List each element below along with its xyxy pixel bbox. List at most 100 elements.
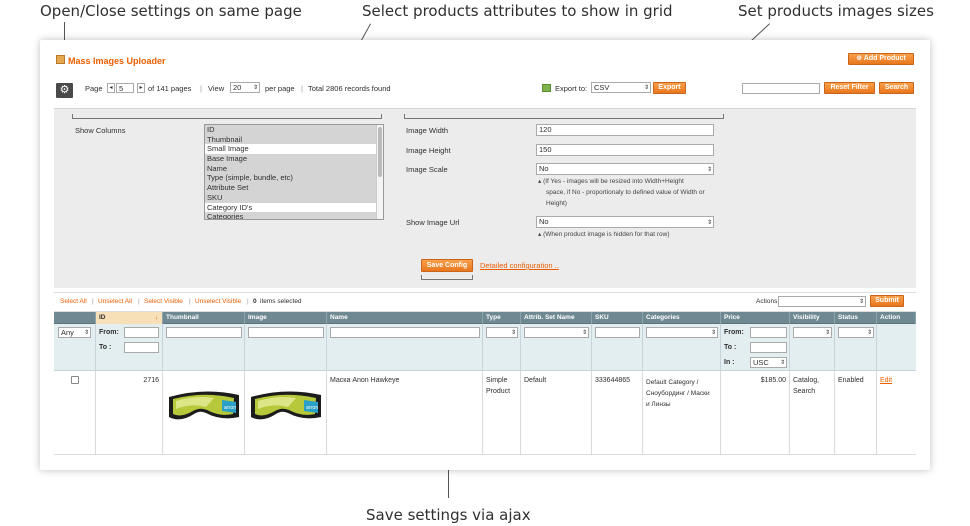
column-option[interactable]: Attribute Set bbox=[205, 183, 383, 193]
show-columns-listbox[interactable]: ID Thumbnail Small Image Base Image Name Type… bbox=[204, 124, 384, 220]
image-scale-note-line-1: (If Yes - images will be resized into Wi… bbox=[543, 178, 684, 185]
unselect-all-link[interactable]: Unselect All bbox=[98, 298, 132, 305]
grid-filters: Any ⇕ From: To : ⇕ ⇕ ⇕ From: To: In: U… bbox=[54, 324, 916, 371]
page-title: Mass Images Uploader bbox=[68, 56, 166, 66]
row-visibility-line-2: Search bbox=[793, 388, 816, 395]
ski-goggles-image: anon bbox=[169, 391, 239, 420]
row-attrib-set: Default bbox=[521, 371, 592, 455]
column-header-status[interactable]: Status bbox=[835, 312, 877, 324]
unselect-visible-link[interactable]: Unselect Visible bbox=[195, 298, 241, 305]
column-header-name[interactable]: Name bbox=[327, 312, 483, 324]
column-option[interactable]: Categories bbox=[205, 212, 383, 219]
ski-goggles-image: anon bbox=[251, 391, 321, 420]
add-product-button[interactable]: ⊕ Add Product bbox=[848, 53, 914, 65]
filter-name-input[interactable] bbox=[330, 327, 480, 338]
filter-currency-select[interactable]: USC ⇕ bbox=[750, 357, 787, 368]
column-header-type[interactable]: Type bbox=[483, 312, 521, 324]
image-height-input[interactable]: 150 bbox=[536, 144, 714, 156]
gear-icon[interactable]: ⚙ bbox=[56, 83, 73, 98]
svg-text:anon: anon bbox=[224, 405, 236, 411]
row-select-cell bbox=[54, 371, 96, 455]
admin-panel: Mass Images Uploader ⊕ Add Product ⚙ Pag… bbox=[40, 40, 930, 470]
row-thumbnail-cell: anon bbox=[163, 371, 245, 455]
column-header-image[interactable]: Image bbox=[245, 312, 327, 324]
column-header-categories[interactable]: Categories bbox=[643, 312, 721, 324]
select-visible-link[interactable]: Select Visible bbox=[144, 298, 183, 305]
filter-categories-select[interactable]: ⇕ bbox=[646, 327, 718, 338]
sort-arrow-icon: ↓ bbox=[154, 314, 158, 321]
submit-button[interactable]: Submit bbox=[870, 295, 904, 307]
chevron-updown-icon: ⇕ bbox=[779, 360, 785, 366]
chevron-updown-icon: ⇕ bbox=[643, 85, 649, 91]
per-page-select[interactable]: 20 ⇕ bbox=[230, 82, 260, 93]
column-header-thumbnail[interactable]: Thumbnail bbox=[163, 312, 245, 324]
search-button[interactable]: Search bbox=[879, 82, 914, 94]
column-option[interactable]: Base Image bbox=[205, 154, 383, 164]
filter-attrib-set-select[interactable]: ⇕ bbox=[524, 327, 589, 338]
row-categories-line-1: Default Category / bbox=[646, 379, 699, 386]
plus-icon: ⊕ bbox=[856, 55, 864, 62]
image-scale-select[interactable]: No ⇕ bbox=[536, 163, 714, 175]
column-option[interactable]: Category ID's bbox=[205, 202, 383, 213]
column-option[interactable]: Name bbox=[205, 163, 383, 174]
filter-thumbnail-input[interactable] bbox=[166, 327, 242, 338]
row-type: Simple Product bbox=[483, 371, 521, 455]
filter-sku-input[interactable] bbox=[595, 327, 640, 338]
export-format-select[interactable]: CSV ⇕ bbox=[591, 82, 651, 93]
callout-save-ajax: Save settings via ajax bbox=[366, 506, 531, 524]
column-header-sku[interactable]: SKU bbox=[592, 312, 643, 324]
filter-image-input[interactable] bbox=[248, 327, 324, 338]
items-selected-label: items selected bbox=[260, 298, 302, 305]
per-page-label: per page bbox=[265, 84, 295, 93]
column-option[interactable]: Small Image bbox=[205, 144, 383, 155]
column-header-visibility[interactable]: Visibility bbox=[790, 312, 835, 324]
filter-price-to-input[interactable] bbox=[750, 342, 787, 353]
column-header-attrib-set[interactable]: Attrib. Set Name bbox=[521, 312, 592, 324]
column-option[interactable]: Type (simple, bundle, etc) bbox=[205, 173, 383, 184]
reset-filter-button[interactable]: Reset Filter bbox=[824, 82, 875, 94]
arrow-left-icon[interactable]: ◂ bbox=[107, 83, 115, 93]
filter-status-select[interactable]: ⇕ bbox=[838, 327, 874, 338]
export-button[interactable]: Export bbox=[653, 82, 686, 94]
filter-cell-visibility: ⇕ bbox=[790, 324, 835, 371]
row-categories-line-3: и Линзы bbox=[646, 401, 671, 408]
column-option[interactable]: Thumbnail bbox=[205, 134, 383, 145]
row-edit-link[interactable]: Edit bbox=[880, 377, 892, 384]
filter-visibility-select[interactable]: ⇕ bbox=[793, 327, 832, 338]
row-visibility-line-1: Catalog, bbox=[793, 377, 820, 384]
show-image-url-value: No bbox=[539, 217, 549, 226]
pager-separator: | bbox=[200, 84, 202, 93]
detailed-configuration-link[interactable]: Detailed configuration .. bbox=[480, 261, 559, 270]
filter-cell-attrib-set: ⇕ bbox=[521, 324, 592, 371]
scrollbar-thumb[interactable] bbox=[378, 127, 382, 177]
column-header-id[interactable]: ID ↓ bbox=[96, 312, 163, 324]
filter-any-select[interactable]: Any ⇕ bbox=[58, 327, 91, 338]
filter-id-from-input[interactable] bbox=[124, 327, 159, 338]
items-selected-count: 0 bbox=[253, 298, 257, 305]
column-header-price[interactable]: Price bbox=[721, 312, 790, 324]
export-icon bbox=[542, 84, 551, 92]
show-image-url-select[interactable]: No ⇕ bbox=[536, 216, 714, 228]
filter-cell-id: From: To : bbox=[96, 324, 163, 371]
chevron-updown-icon: ⇕ bbox=[706, 220, 712, 226]
search-field[interactable] bbox=[742, 83, 820, 94]
sizes-bracket bbox=[404, 114, 724, 119]
listbox-scrollbar[interactable] bbox=[376, 125, 383, 219]
row-checkbox[interactable] bbox=[71, 376, 79, 384]
image-scale-value: No bbox=[539, 164, 549, 173]
image-height-label: Image Height bbox=[406, 146, 451, 155]
column-option[interactable]: SKU bbox=[205, 192, 383, 203]
callout-select-attributes: Select products attributes to show in gr… bbox=[362, 2, 673, 20]
column-option[interactable]: ID bbox=[205, 125, 383, 135]
table-row: 2716 anon anon Маска Anon Hawkeye Simple… bbox=[54, 371, 916, 455]
page-input[interactable]: 5 bbox=[116, 83, 134, 93]
chevron-updown-icon: ⇕ bbox=[252, 85, 258, 91]
filter-price-from-input[interactable] bbox=[750, 327, 787, 338]
filter-id-to-input[interactable] bbox=[124, 342, 159, 353]
select-all-link[interactable]: Select All bbox=[60, 298, 87, 305]
image-width-input[interactable]: 120 bbox=[536, 124, 714, 136]
save-config-button[interactable]: Save Config bbox=[421, 259, 473, 272]
actions-select[interactable]: ⇕ bbox=[778, 296, 866, 307]
filter-type-select[interactable]: ⇕ bbox=[486, 327, 518, 338]
arrow-right-icon[interactable]: ▸ bbox=[137, 83, 145, 93]
